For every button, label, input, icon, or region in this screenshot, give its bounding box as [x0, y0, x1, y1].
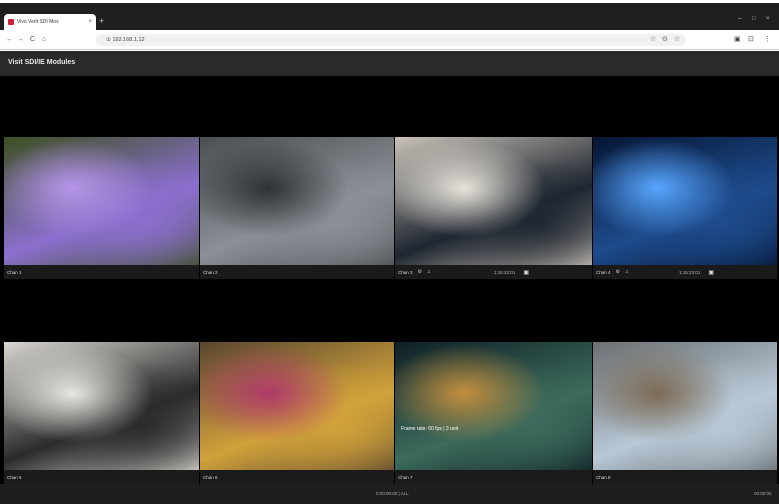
tab-close-icon[interactable]: ×	[88, 19, 92, 25]
channel-name: Chan 8	[596, 474, 611, 480]
tile-caption: Chan 4 ⚙ ♫ 1:15:23:01 ▣	[593, 265, 777, 279]
browser-tab[interactable]: Vivo Verlt SDI Mos ×	[4, 14, 96, 30]
video-preview[interactable]	[395, 137, 592, 265]
menu-icon[interactable]: ⋮	[764, 35, 771, 45]
back-icon[interactable]: ←	[6, 35, 13, 45]
settings-icon[interactable]: ⚙	[418, 269, 422, 275]
minimize-button[interactable]: –	[738, 16, 741, 22]
tile-caption: Chan 2	[200, 265, 394, 279]
favicon-icon	[8, 19, 14, 25]
tile-caption: Chan 8	[593, 470, 777, 484]
browser-toolbar: ← → C ⌂ ① 192.168.1.12 ☆ ⊙ ☆ ▣ ⊡ ⋮	[0, 30, 779, 50]
video-tile[interactable]: Chan 3 ⚙ ♫ 1:15:23:01 ▣	[395, 137, 592, 279]
profile-icon[interactable]: ⊡	[748, 35, 754, 45]
favorite-icon[interactable]: ☆	[674, 35, 680, 45]
channel-name: Chan 1	[7, 269, 22, 275]
snapshot-icon[interactable]: ▣	[523, 269, 529, 276]
channel-timecode: 1:15:23:01	[679, 269, 701, 275]
status-bar: 0:00:00:00 | ALL 00:00:00	[0, 484, 779, 504]
audio-icon[interactable]: ♫	[427, 269, 431, 275]
forward-icon[interactable]: →	[17, 35, 24, 45]
video-tile[interactable]: Chan 4 ⚙ ♫ 1:15:23:01 ▣	[593, 137, 777, 279]
video-tile[interactable]: Chan 1	[4, 137, 199, 279]
close-window-button[interactable]: ×	[766, 16, 770, 22]
new-tab-button[interactable]: +	[99, 15, 109, 27]
video-tile[interactable]: Frame rate: 60 fps | 3 unit Chan 7	[395, 342, 592, 484]
extension-icon[interactable]: ⊙	[662, 35, 668, 45]
video-preview[interactable]	[4, 137, 199, 265]
app-title: Visit SDI/IE Modules	[8, 59, 76, 66]
address-url: ① 192.168.1.12	[106, 37, 145, 43]
maximize-button[interactable]: □	[752, 16, 756, 22]
video-tile[interactable]: Chan 6	[200, 342, 394, 484]
video-tile[interactable]: Chan 8	[593, 342, 777, 484]
tile-caption: Chan 7	[395, 470, 592, 484]
audio-icon[interactable]: ♫	[625, 269, 629, 275]
tile-caption: Chan 5	[4, 470, 199, 484]
video-preview[interactable]: Frame rate: 60 fps | 3 unit	[395, 342, 592, 470]
video-preview[interactable]	[593, 342, 777, 470]
reload-icon[interactable]: C	[30, 35, 35, 45]
status-right: 00:00:00	[754, 491, 772, 496]
app-title-bar: Visit SDI/IE Modules	[0, 51, 779, 76]
channel-name: Chan 4	[596, 269, 611, 275]
video-preview[interactable]	[200, 342, 394, 470]
tile-caption: Chan 3 ⚙ ♫ 1:15:23:01 ▣	[395, 265, 592, 279]
video-preview[interactable]	[200, 137, 394, 265]
browser-tab-strip: Vivo Verlt SDI Mos × + – □ ×	[0, 0, 779, 30]
collections-icon[interactable]: ▣	[734, 35, 741, 45]
video-tile[interactable]: Chan 2	[200, 137, 394, 279]
status-timecode: 0:00:00:00 | ALL	[376, 491, 409, 496]
channel-name: Chan 2	[203, 269, 218, 275]
top-band	[0, 0, 779, 3]
video-overlay-text: Frame rate: 60 fps | 3 unit	[401, 426, 459, 432]
channel-name: Chan 5	[7, 474, 22, 480]
tab-title: Vivo Verlt SDI Mos	[17, 19, 59, 25]
home-icon[interactable]: ⌂	[42, 35, 46, 45]
channel-name: Chan 6	[203, 474, 218, 480]
channel-timecode: 1:15:23:01	[494, 269, 516, 275]
snapshot-icon[interactable]: ▣	[708, 269, 714, 276]
address-bar[interactable]: ① 192.168.1.12	[96, 34, 686, 46]
bookmark-icon[interactable]: ☆	[650, 35, 656, 45]
tile-caption: Chan 6	[200, 470, 394, 484]
channel-name: Chan 3	[398, 269, 413, 275]
video-preview[interactable]	[4, 342, 199, 470]
settings-icon[interactable]: ⚙	[616, 269, 620, 275]
tile-caption: Chan 1	[4, 265, 199, 279]
channel-name: Chan 7	[398, 474, 413, 480]
video-tile[interactable]: Chan 5	[4, 342, 199, 484]
video-preview[interactable]	[593, 137, 777, 265]
